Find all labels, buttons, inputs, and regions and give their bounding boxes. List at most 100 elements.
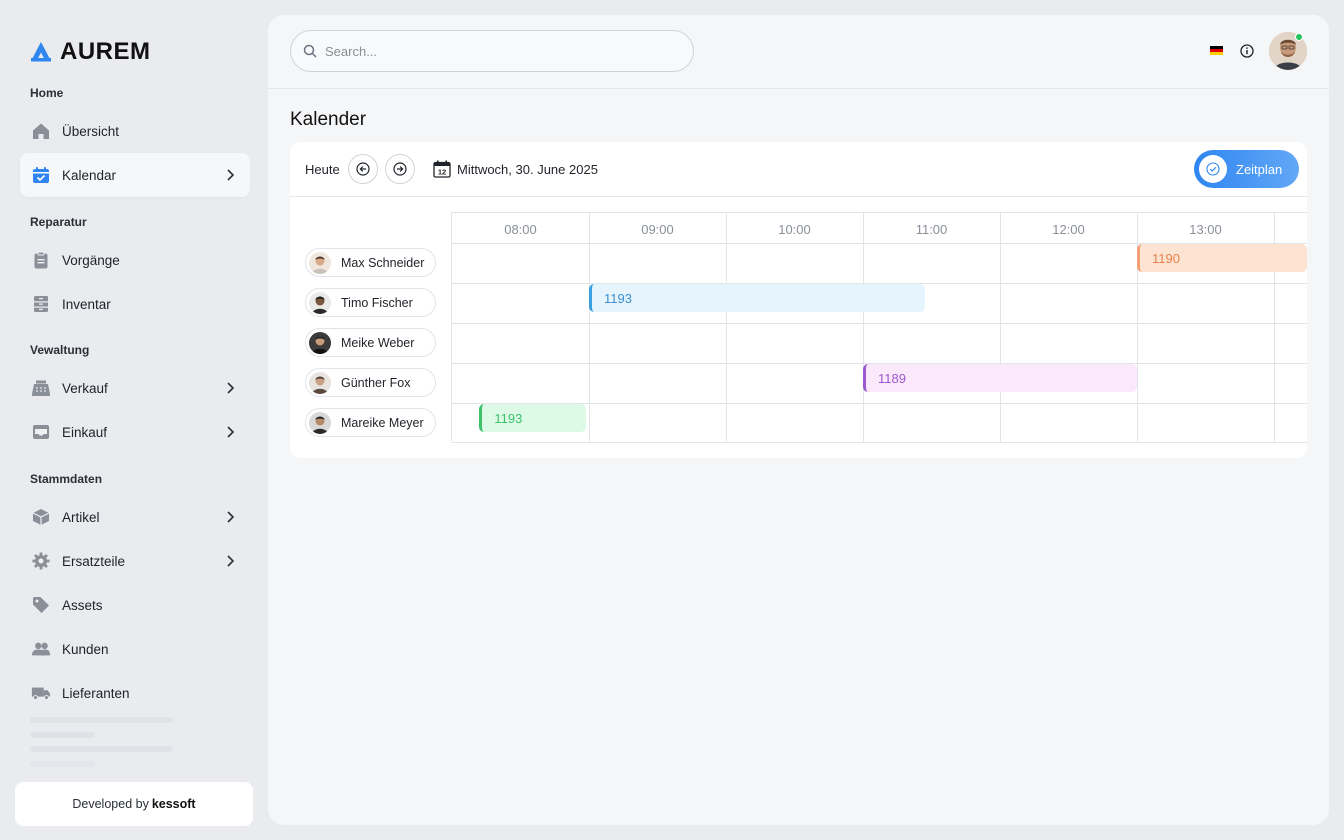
hour-label: 11:00 (915, 222, 948, 237)
grid-column-line (1000, 213, 1001, 442)
skeleton-line (30, 761, 95, 767)
current-date[interactable]: 12 Mittwoch, 30. June 2025 (433, 160, 598, 178)
users-icon (31, 639, 51, 659)
sidebar-item-label: Einkauf (62, 424, 108, 440)
sidebar-item-label: Assets (62, 597, 103, 613)
sidebar-item-label: Kalendar (62, 167, 117, 183)
next-day-button[interactable] (385, 154, 415, 184)
hour-label: 09:00 (641, 222, 674, 237)
sidebar-item-uebersicht[interactable]: Übersicht (20, 109, 250, 153)
check-circle-icon (1206, 162, 1220, 176)
person-name: Meike Weber (341, 335, 415, 350)
sidebar: AUREM Home Übersicht Kalendar Reparatur … (0, 0, 268, 840)
toggle-knob (1199, 155, 1227, 183)
hour-label: 12:00 (1052, 222, 1085, 237)
sidebar-item-verkauf[interactable]: Verkauf (20, 366, 250, 410)
calendar-date-icon: 12 (433, 160, 451, 178)
sidebar-item-kunden[interactable]: Kunden (20, 627, 250, 671)
person-name: Timo Fischer (341, 295, 413, 310)
sidebar-item-vorgaenge[interactable]: Vorgänge (20, 238, 250, 282)
developer-credit: Developed by kessoft (15, 782, 253, 826)
calendar-event-1193[interactable]: 1193 (479, 404, 587, 432)
chevron-right-icon (227, 555, 235, 567)
section-label-vewaltung: Vewaltung (30, 343, 90, 357)
truck-icon (31, 683, 51, 703)
home-icon (31, 121, 51, 141)
hour-label: 10:00 (778, 222, 811, 237)
chevron-right-icon (227, 511, 235, 523)
zeitplan-label: Zeitplan (1236, 161, 1283, 177)
hour-label: 13:00 (1189, 222, 1222, 237)
clipboard-icon (31, 250, 51, 270)
sidebar-item-einkauf[interactable]: Einkauf (20, 410, 250, 454)
calendar-event-1193[interactable]: 1193 (589, 284, 925, 312)
today-button[interactable]: Heute (305, 162, 340, 177)
person-name: Max Schneider (341, 255, 425, 270)
zeitplan-toggle[interactable]: Zeitplan (1194, 150, 1299, 188)
section-label-stammdaten: Stammdaten (30, 472, 103, 486)
app-logo[interactable]: AUREM (30, 38, 151, 66)
sidebar-item-artikel[interactable]: Artikel (20, 495, 250, 539)
sidebar-item-inventar[interactable]: Inventar (20, 282, 250, 326)
person-pill-timo-fischer[interactable]: Timo Fischer (305, 288, 436, 317)
person-pill-guenther-fox[interactable]: Günther Fox (305, 368, 436, 397)
calendar-icon-day: 12 (438, 167, 446, 176)
calendar-card: Heute 12 Mittwoch, 30. June 2025 Zeitpla… (290, 142, 1307, 458)
search-input[interactable] (325, 43, 665, 59)
hour-label: 08:00 (504, 222, 537, 237)
package-icon (31, 507, 51, 527)
sidebar-item-label: Artikel (62, 509, 100, 525)
calendar-toolbar: Heute 12 Mittwoch, 30. June 2025 Zeitpla… (290, 142, 1307, 197)
skeleton-line (30, 746, 173, 752)
arrow-left-icon (356, 162, 370, 176)
sidebar-item-label: Ersatzteile (62, 553, 126, 569)
grid-row-line (452, 442, 1307, 443)
date-text: Mittwoch, 30. June 2025 (457, 161, 598, 177)
logo-mark-icon (31, 42, 51, 62)
skeleton-line (30, 732, 95, 738)
grid-column-line (863, 213, 864, 442)
main-panel: Kalender Heute 12 Mittwoch, 30. June 202… (268, 15, 1329, 825)
sidebar-item-label: Lieferanten (62, 685, 130, 701)
person-pill-meike-weber[interactable]: Meike Weber (305, 328, 436, 357)
avatar (309, 371, 331, 394)
avatar (309, 331, 331, 354)
grid-column-line (589, 213, 590, 442)
section-label-home: Home (30, 86, 64, 100)
sidebar-item-label: Übersicht (62, 123, 120, 139)
developer-prefix: Developed by (72, 797, 149, 811)
chevron-right-icon (227, 426, 235, 438)
topbar (268, 15, 1329, 89)
avatar (309, 411, 331, 434)
sidebar-item-assets[interactable]: Assets (20, 583, 250, 627)
person-pill-mareike-meyer[interactable]: Mareike Meyer (305, 408, 436, 437)
sidebar-item-label: Kunden (62, 641, 109, 657)
sidebar-item-kalendar[interactable]: Kalendar (20, 153, 250, 197)
sidebar-item-lieferanten[interactable]: Lieferanten (20, 671, 250, 715)
info-icon[interactable] (1240, 44, 1254, 58)
person-pill-max-schneider[interactable]: Max Schneider (305, 248, 436, 277)
chevron-right-icon (227, 169, 235, 181)
avatar (309, 291, 331, 314)
grid-column-line (726, 213, 727, 442)
avatar (309, 251, 331, 274)
sidebar-item-ersatzteile[interactable]: Ersatzteile (20, 539, 250, 583)
register-icon (31, 378, 51, 398)
person-name: Günther Fox (341, 375, 411, 390)
sidebar-item-label: Inventar (62, 296, 111, 312)
flag-de-icon[interactable] (1210, 46, 1223, 55)
tag-icon (31, 595, 51, 615)
sidebar-item-label: Verkauf (62, 380, 108, 396)
gear-icon (31, 551, 51, 571)
calendar-event-1190[interactable]: 1190 (1137, 244, 1307, 272)
logo-text: AUREM (60, 38, 151, 65)
cabinet-icon (31, 294, 51, 314)
arrow-right-icon (393, 162, 407, 176)
prev-day-button[interactable] (348, 154, 378, 184)
person-name: Mareike Meyer (341, 415, 424, 430)
chevron-right-icon (227, 382, 235, 394)
search-box[interactable] (290, 30, 694, 72)
inbox-icon (31, 422, 51, 442)
calendar-event-1189[interactable]: 1189 (863, 364, 1137, 392)
sidebar-item-label: Vorgänge (62, 252, 120, 268)
